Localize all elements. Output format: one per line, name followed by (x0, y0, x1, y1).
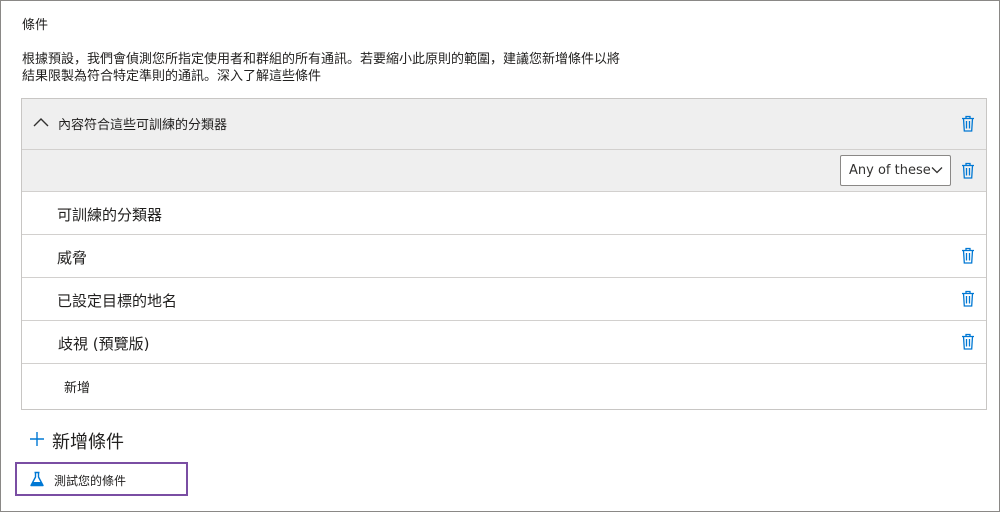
trash-icon[interactable] (961, 162, 975, 179)
classifier-label: 威脅 (57, 249, 88, 267)
list-item: 歧視 (預覽版) (22, 321, 986, 364)
condition-group-header: 內容符合這些可訓練的分類器 (22, 99, 986, 150)
list-item: 威脅 (22, 235, 986, 278)
trash-icon[interactable] (961, 247, 975, 264)
classifier-label: 歧視 (預覽版) (58, 335, 150, 353)
list-item: 可訓練的分類器 (22, 192, 986, 235)
section-title: 條件 (22, 18, 49, 33)
classifier-label: 可訓練的分類器 (57, 206, 163, 224)
operator-dropdown-value: Any of these (849, 163, 931, 178)
test-conditions-label: 測試您的條件 (54, 474, 127, 488)
condition-group: 內容符合這些可訓練的分類器 Any of these 可訓練的分類器 威脅 已設… (21, 98, 987, 410)
conditions-panel: 條件 根據預設，我們會偵測您所指定使用者和群組的所有通訊。若要縮小此原則的範圍，… (0, 0, 1000, 512)
condition-group-title: 內容符合這些可訓練的分類器 (58, 118, 228, 133)
classifier-label: 已設定目標的地名 (57, 292, 178, 310)
trash-icon[interactable] (961, 333, 975, 350)
learn-more-link[interactable]: 深入了解這些條件 (217, 69, 321, 84)
operator-dropdown[interactable]: Any of these (840, 155, 951, 186)
add-classifier-row: 新增 (22, 364, 986, 408)
operator-row: Any of these (22, 150, 986, 192)
trash-icon[interactable] (961, 115, 975, 132)
section-description: 根據預設，我們會偵測您所指定使用者和群組的所有通訊。若要縮小此原則的範圍，建議您… (22, 51, 622, 85)
chevron-up-icon[interactable] (32, 113, 50, 131)
trash-icon[interactable] (961, 290, 975, 307)
plus-icon (30, 432, 44, 446)
list-item: 已設定目標的地名 (22, 278, 986, 321)
chevron-down-icon (931, 167, 943, 174)
test-conditions-button[interactable]: 測試您的條件 (15, 462, 188, 496)
beaker-icon (30, 471, 44, 487)
add-classifier-button[interactable]: 新增 (64, 377, 90, 396)
add-condition-label: 新增條件 (52, 432, 124, 453)
